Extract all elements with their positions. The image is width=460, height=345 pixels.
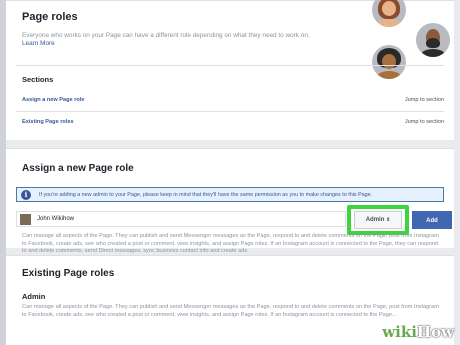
user-name-field[interactable]: John Wikihow [16,211,346,227]
avatar-woman [372,0,406,27]
add-button[interactable]: Add [412,211,452,229]
role-dropdown[interactable]: Admin ⇕ [354,211,402,229]
assign-section-title: Assign a new Page role [22,163,134,174]
section-link-existing[interactable]: Existing Page roles [22,119,74,125]
learn-more-link[interactable]: Learn More [22,40,55,47]
admin-role-description: Can manage all aspects of the Page. They… [22,304,439,318]
jump-to-section-link[interactable]: Jump to section [405,97,444,103]
page-roles-card: Page roles Everyone who works on your Pa… [6,0,454,140]
jump-to-section-link[interactable]: Jump to section [405,119,444,125]
page-roles-description: Everyone who works on your Page can have… [22,32,310,47]
wikihow-watermark: wikiHow [382,323,454,341]
page-title: Page roles [22,11,78,23]
user-name: John Wikihow [37,216,75,222]
admin-notice-text: If you're adding a new admin to your Pag… [39,192,373,198]
avatar-bearded-man [416,23,450,57]
existing-section-title: Existing Page roles [22,268,115,279]
admin-role-title: Admin [22,292,46,301]
assign-role-card: Assign a new Page role i If you're addin… [6,148,454,254]
avatar-curly-hair [372,45,406,79]
role-description: Can manage all aspects of the Page. They… [22,233,439,254]
admin-notice-banner: i If you're adding a new admin to your P… [16,187,444,202]
divider [16,65,444,66]
chevron-updown-icon: ⇕ [386,217,391,223]
role-dropdown-value: Admin [365,217,385,223]
assign-role-row: John Wikihow Admin ⇕ Add [16,205,452,235]
section-row-existing: Existing Page roles Jump to section [22,117,444,129]
info-icon: i [21,190,31,200]
divider [16,111,444,112]
sections-title: Sections [22,75,54,84]
user-avatar [20,214,31,225]
section-row-assign: Assign a new Page role Jump to section [22,95,444,107]
section-link-assign[interactable]: Assign a new Page role [22,97,85,103]
